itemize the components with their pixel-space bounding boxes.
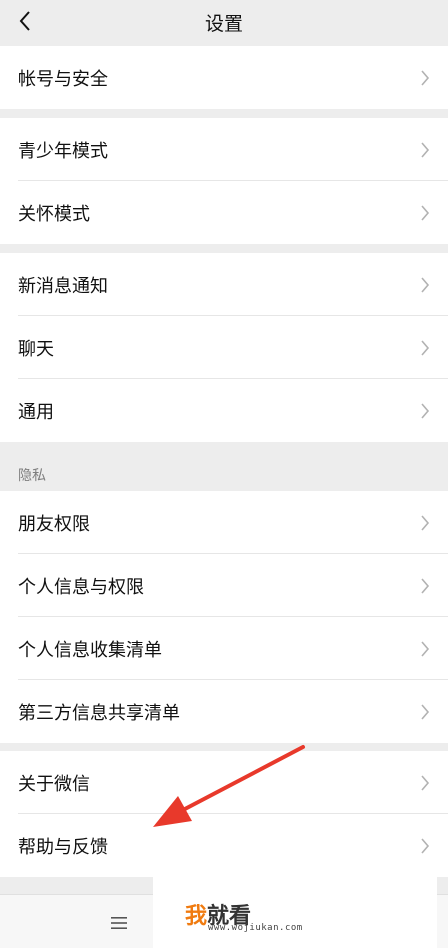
settings-item-general[interactable]: 通用 [0,379,448,442]
group-account: 帐号与安全 [0,46,448,109]
settings-item-label: 帮助与反馈 [18,836,108,858]
group-about: 关于微信 帮助与反馈 [0,751,448,877]
chevron-right-icon [421,69,430,86]
settings-item-label: 个人信息与权限 [18,576,144,598]
settings-item-label: 通用 [18,401,54,423]
settings-item-youth-mode[interactable]: 青少年模式 [0,118,448,181]
settings-item-friend-permissions[interactable]: 朋友权限 [0,491,448,554]
group-privacy: 朋友权限 个人信息与权限 个人信息收集清单 第三方信息共享清单 [0,491,448,743]
settings-item-account-security[interactable]: 帐号与安全 [0,46,448,109]
watermark-url: www.wojiukan.com [208,923,303,933]
settings-item-third-party-sharing-list[interactable]: 第三方信息共享清单 [0,680,448,743]
settings-item-label: 关于微信 [18,773,90,795]
chevron-right-icon [421,577,430,594]
group-general: 新消息通知 聊天 通用 [0,253,448,442]
chevron-right-icon [421,339,430,356]
chevron-right-icon [421,204,430,221]
chevron-right-icon [421,774,430,791]
settings-item-label: 朋友权限 [18,513,90,535]
settings-item-info-collection-list[interactable]: 个人信息收集清单 [0,617,448,680]
nav-bar: 设置 [0,0,448,46]
settings-item-label: 第三方信息共享清单 [18,702,180,724]
watermark-logo-accent: 我 [185,904,208,929]
menu-icon[interactable] [111,916,127,930]
settings-item-label: 关怀模式 [18,203,90,225]
section-title-privacy: 隐私 [18,468,46,484]
chevron-right-icon [421,514,430,531]
chevron-right-icon [421,703,430,720]
settings-item-label: 青少年模式 [18,140,108,162]
settings-screen: 设置 帐号与安全 青少年模式 关怀模式 新消息通知 聊天 通用 隐私 朋友权限 … [0,0,448,948]
settings-item-care-mode[interactable]: 关怀模式 [0,181,448,244]
settings-item-label: 帐号与安全 [18,68,108,90]
group-modes: 青少年模式 关怀模式 [0,118,448,244]
settings-item-label: 聊天 [18,338,54,360]
chevron-right-icon [421,141,430,158]
chevron-right-icon [421,837,430,854]
chevron-right-icon [421,640,430,657]
settings-item-chat[interactable]: 聊天 [0,316,448,379]
chevron-right-icon [421,276,430,293]
settings-item-personal-info-permissions[interactable]: 个人信息与权限 [0,554,448,617]
settings-item-help-feedback[interactable]: 帮助与反馈 [0,814,448,877]
settings-item-about-wechat[interactable]: 关于微信 [0,751,448,814]
settings-item-label: 新消息通知 [18,275,108,297]
chevron-right-icon [421,402,430,419]
settings-item-label: 个人信息收集清单 [18,639,162,661]
page-title: 设置 [204,13,243,35]
settings-item-notifications[interactable]: 新消息通知 [0,253,448,316]
